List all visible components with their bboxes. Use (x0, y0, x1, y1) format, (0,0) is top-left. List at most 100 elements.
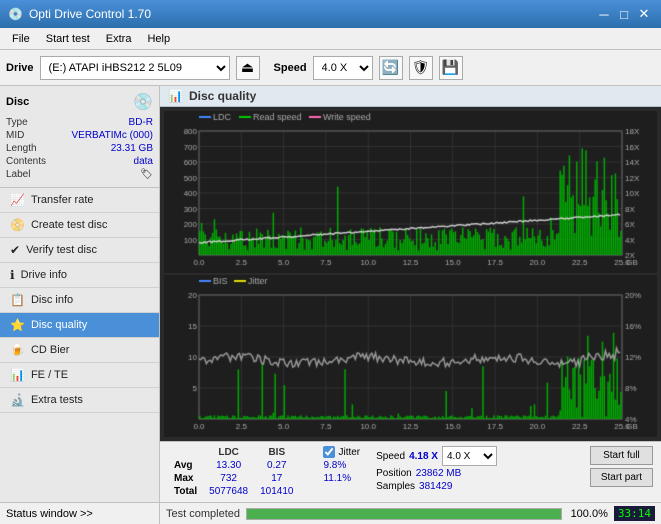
app-icon: 💿 (8, 7, 23, 21)
sidebar-item-create-test-disc[interactable]: 📀 Create test disc (0, 213, 159, 238)
sidebar-item-disc-info[interactable]: 📋 Disc info (0, 288, 159, 313)
stats-total-row: Total 5077648 101410 (168, 485, 311, 498)
verify-test-disc-label: Verify test disc (26, 244, 97, 256)
disc-quality-label: Disc quality (31, 319, 87, 331)
dq-header-title: Disc quality (189, 89, 256, 103)
dq-header-icon: 📊 (168, 89, 183, 103)
disc-contents-row: Contents data (6, 155, 153, 168)
maximize-button[interactable]: □ (615, 5, 633, 23)
speed-header-row: Speed 4.18 X 4.0 X (376, 446, 497, 466)
extra-tests-icon: 🔬 (10, 393, 25, 407)
sidebar-item-extra-tests[interactable]: 🔬 Extra tests (0, 388, 159, 413)
title-bar: 💿 Opti Drive Control 1.70 ─ □ ✕ (0, 0, 661, 28)
jitter-checkbox[interactable] (323, 446, 335, 458)
speed-col-label: Speed (376, 451, 405, 462)
samples-row: Samples 381429 (376, 481, 497, 492)
contents-label: Contents (6, 156, 46, 167)
bis-chart (164, 275, 657, 437)
transfer-rate-label: Transfer rate (31, 194, 94, 206)
disc-type-row: Type BD-R (6, 116, 153, 129)
menu-extra[interactable]: Extra (98, 31, 140, 47)
eject-button[interactable]: ⏏ (236, 56, 260, 80)
type-label: Type (6, 117, 28, 128)
samples-label: Samples (376, 481, 415, 492)
jitter-label: Jitter (338, 447, 360, 458)
action-buttons: Start full Start part (590, 446, 653, 487)
label-icon: 🏷 (140, 169, 153, 180)
refresh-button[interactable]: 🔄 (379, 56, 403, 80)
menu-help[interactable]: Help (139, 31, 178, 47)
start-part-button[interactable]: Start part (590, 468, 653, 487)
col-ldc: LDC (203, 446, 254, 459)
disc-info-icon: 📋 (10, 293, 25, 307)
mid-label: MID (6, 130, 24, 141)
sidebar-item-drive-info[interactable]: ℹ Drive info (0, 263, 159, 288)
jitter-checkbox-row: Jitter (323, 446, 360, 458)
speed-select[interactable]: 4.0 X 2.0 X 1.0 X (313, 56, 373, 80)
total-label: Total (168, 485, 203, 498)
stats-table: LDC BIS Avg 13.30 0.27 Max 732 17 (168, 446, 311, 498)
menu-start-test[interactable]: Start test (38, 31, 98, 47)
fe-te-icon: 📊 (10, 368, 25, 382)
shield-button[interactable]: 🛡 (409, 56, 433, 80)
title-bar-controls: ─ □ ✕ (595, 5, 653, 23)
stats-panel: LDC BIS Avg 13.30 0.27 Max 732 17 (160, 441, 661, 502)
sidebar-item-cd-bier[interactable]: 🍺 CD Bier (0, 338, 159, 363)
ldc-chart-wrapper (164, 111, 657, 273)
close-button[interactable]: ✕ (635, 5, 653, 23)
start-full-button[interactable]: Start full (590, 446, 653, 465)
speed-section: Speed 4.18 X 4.0 X Position 23862 MB Sam… (376, 446, 497, 492)
create-test-disc-label: Create test disc (31, 219, 107, 231)
sidebar-item-verify-test-disc[interactable]: ✔ Verify test disc (0, 238, 159, 263)
minimize-button[interactable]: ─ (595, 5, 613, 23)
ldc-chart (164, 111, 657, 273)
drive-label: Drive (6, 62, 34, 74)
fe-te-label: FE / TE (31, 369, 68, 381)
save-button[interactable]: 💾 (439, 56, 463, 80)
create-test-disc-icon: 📀 (10, 218, 25, 232)
status-bar: Status window >> Test completed 100.0% 3… (0, 502, 661, 524)
disc-icon: 💿 (133, 92, 153, 112)
contents-value: data (134, 156, 153, 167)
position-value: 23862 MB (416, 468, 462, 479)
sidebar-item-disc-quality[interactable]: ⭐ Disc quality (0, 313, 159, 338)
toolbar: Drive (E:) ATAPI iHBS212 2 5L09 ⏏ Speed … (0, 50, 661, 86)
speed-max-select[interactable]: 4.0 X (442, 446, 497, 466)
disc-label-row: Label 🏷 (6, 168, 153, 181)
drive-info-label: Drive info (21, 269, 67, 281)
verify-test-disc-icon: ✔ (10, 243, 20, 257)
bis-chart-wrapper (164, 275, 657, 437)
content-area: 📊 Disc quality LDC BIS (160, 86, 661, 502)
cd-bier-label: CD Bier (31, 344, 70, 356)
disc-section: Disc 💿 Type BD-R MID VERBATIMc (000) Len… (0, 86, 159, 188)
charts-container (160, 107, 661, 441)
time-display: 33:14 (614, 506, 655, 521)
length-value: 23.31 GB (111, 143, 153, 154)
position-label: Position (376, 468, 412, 479)
status-window-button[interactable]: Status window >> (0, 503, 160, 524)
jitter-max: 11.1% (323, 473, 351, 484)
title-bar-left: 💿 Opti Drive Control 1.70 (8, 7, 151, 21)
sidebar-item-fe-te[interactable]: 📊 FE / TE (0, 363, 159, 388)
max-ldc: 732 (203, 472, 254, 485)
disc-mid-row: MID VERBATIMc (000) (6, 129, 153, 142)
jitter-avg-row: 9.8% (323, 460, 360, 471)
sidebar: Disc 💿 Type BD-R MID VERBATIMc (000) Len… (0, 86, 160, 502)
menu-bar: File Start test Extra Help (0, 28, 661, 50)
total-bis: 101410 (254, 485, 299, 498)
disc-length-row: Length 23.31 GB (6, 142, 153, 155)
status-window-label: Status window >> (6, 508, 93, 520)
progress-bar-fill (247, 509, 561, 519)
progress-bar (246, 508, 562, 520)
sidebar-item-transfer-rate[interactable]: 📈 Transfer rate (0, 188, 159, 213)
label-label: Label (6, 169, 30, 180)
progress-percent: 100.0% (568, 508, 608, 520)
main-layout: Disc 💿 Type BD-R MID VERBATIMc (000) Len… (0, 86, 661, 502)
mid-value: VERBATIMc (000) (72, 130, 154, 141)
drive-select[interactable]: (E:) ATAPI iHBS212 2 5L09 (40, 56, 230, 80)
jitter-section: Jitter 9.8% 11.1% (323, 446, 360, 484)
max-bis: 17 (254, 472, 299, 485)
menu-file[interactable]: File (4, 31, 38, 47)
jitter-avg: 9.8% (323, 460, 346, 471)
status-text: Test completed (166, 508, 240, 520)
